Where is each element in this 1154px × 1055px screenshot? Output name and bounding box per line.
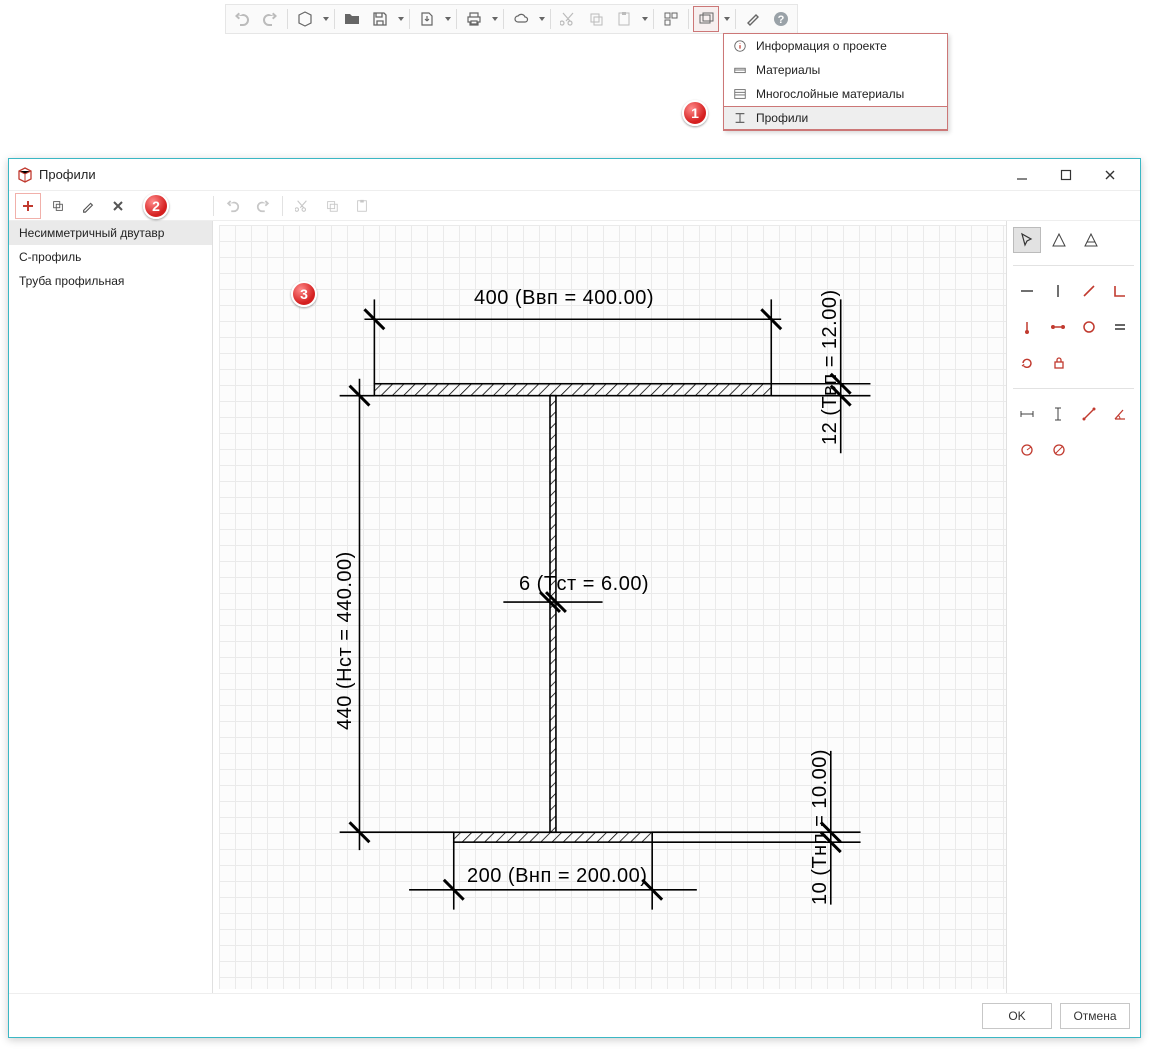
profiles-sidebar: Несимметричный двутавр С-профиль Труба п… bbox=[9, 221, 213, 993]
app-icon bbox=[17, 167, 33, 183]
shape1-tool[interactable] bbox=[1045, 227, 1073, 253]
edit-profile-button[interactable] bbox=[75, 193, 101, 219]
angle-dim-tool[interactable] bbox=[1107, 401, 1134, 427]
dialog-footer: OK Отмена bbox=[9, 993, 1140, 1037]
sidebar-item-rect-tube[interactable]: Труба профильная bbox=[9, 269, 212, 293]
dropdown-item-profiles[interactable]: Профили bbox=[724, 106, 947, 130]
paste-dropdown-caret[interactable] bbox=[639, 6, 649, 32]
print-dropdown-caret[interactable] bbox=[489, 6, 499, 32]
save-dropdown-caret[interactable] bbox=[395, 6, 405, 32]
window-maximize[interactable] bbox=[1044, 160, 1088, 190]
settings-button[interactable] bbox=[740, 6, 766, 32]
print-button[interactable] bbox=[461, 6, 487, 32]
managers-button[interactable] bbox=[693, 6, 719, 32]
copy-edit-button[interactable] bbox=[319, 193, 345, 219]
help-button[interactable]: ? bbox=[768, 6, 794, 32]
cut-button[interactable] bbox=[555, 6, 581, 32]
redo-button[interactable] bbox=[257, 6, 283, 32]
shape2-tool[interactable] bbox=[1077, 227, 1105, 253]
new-dropdown-caret[interactable] bbox=[320, 6, 330, 32]
profiles-dialog: Профили 2 Несимметричный двутавр С-профи… bbox=[8, 158, 1141, 1038]
diameter-dim-tool[interactable] bbox=[1045, 437, 1073, 463]
export-button[interactable] bbox=[414, 6, 440, 32]
rotate-tool[interactable] bbox=[1013, 350, 1041, 376]
managers-dropdown-menu: Информация о проекте Материалы Многослой… bbox=[723, 33, 948, 131]
callout-3: 3 bbox=[291, 281, 317, 307]
draw-tool-palette bbox=[1006, 221, 1140, 993]
dropdown-item-materials[interactable]: Материалы bbox=[724, 58, 947, 82]
paste-edit-button[interactable] bbox=[349, 193, 375, 219]
dim-bot-flange-width: 200 (Bнп = 200.00) bbox=[467, 865, 647, 888]
sidebar-item-asymm-i-beam[interactable]: Несимметричный двутавр bbox=[9, 221, 212, 245]
add-profile-button[interactable] bbox=[15, 193, 41, 219]
window-minimize[interactable] bbox=[1000, 160, 1044, 190]
sidebar-item-label: Труба профильная bbox=[19, 274, 124, 288]
dropdown-item-label: Информация о проекте bbox=[756, 39, 887, 53]
undo-button[interactable] bbox=[229, 6, 255, 32]
corner-tool[interactable] bbox=[1107, 278, 1134, 304]
dim-top-flange-width: 400 (Bвп = 400.00) bbox=[474, 287, 654, 310]
dialog-title: Профили bbox=[39, 167, 1000, 182]
vdim-tool[interactable] bbox=[1044, 401, 1071, 427]
save-button[interactable] bbox=[367, 6, 393, 32]
layout-button[interactable] bbox=[658, 6, 684, 32]
dropdown-item-label: Профили bbox=[756, 111, 808, 125]
profile-canvas[interactable]: 3 bbox=[219, 225, 1006, 989]
dialog-titlebar: Профили bbox=[9, 159, 1140, 191]
dim-web-thick: 6 (Tст = 6.00) bbox=[519, 573, 649, 596]
cloud-button[interactable] bbox=[508, 6, 534, 32]
cancel-button[interactable]: Отмена bbox=[1060, 1003, 1130, 1029]
sidebar-item-label: Несимметричный двутавр bbox=[19, 226, 164, 240]
layers-icon bbox=[732, 86, 748, 102]
dim-bot-flange-thick: 10 (Tнп = 10.00) bbox=[809, 749, 832, 905]
select-tool[interactable] bbox=[1013, 227, 1041, 253]
hdim-tool[interactable] bbox=[1013, 401, 1040, 427]
sidebar-item-label: С-профиль bbox=[19, 250, 81, 264]
copy-button[interactable] bbox=[583, 6, 609, 32]
export-dropdown-caret[interactable] bbox=[442, 6, 452, 32]
cut-edit-button[interactable] bbox=[289, 193, 315, 219]
top-region: ? Информация о проекте Материалы Многосл… bbox=[0, 0, 1154, 158]
dropdown-item-label: Материалы bbox=[756, 63, 820, 77]
paste-button[interactable] bbox=[611, 6, 637, 32]
info-icon bbox=[732, 38, 748, 54]
cloud-dropdown-caret[interactable] bbox=[536, 6, 546, 32]
profile-icon bbox=[732, 110, 748, 126]
radius-dim-tool[interactable] bbox=[1013, 437, 1041, 463]
delete-profile-button[interactable] bbox=[105, 193, 131, 219]
undo-edit-button[interactable] bbox=[220, 193, 246, 219]
main-toolbar: ? bbox=[225, 4, 798, 34]
new-button[interactable] bbox=[292, 6, 318, 32]
diag-tool[interactable] bbox=[1076, 278, 1103, 304]
vline-tool[interactable] bbox=[1044, 278, 1071, 304]
window-close[interactable] bbox=[1088, 160, 1132, 190]
redo-edit-button[interactable] bbox=[250, 193, 276, 219]
hline-tool[interactable] bbox=[1013, 278, 1040, 304]
svg-text:?: ? bbox=[778, 14, 785, 26]
segment-tool[interactable] bbox=[1044, 314, 1071, 340]
dropdown-item-label: Многослойные материалы bbox=[756, 87, 904, 101]
point-tool[interactable] bbox=[1013, 314, 1040, 340]
managers-dropdown-caret[interactable] bbox=[721, 6, 731, 32]
dim-web-height: 440 (Hст = 440.00) bbox=[334, 551, 357, 730]
open-button[interactable] bbox=[339, 6, 365, 32]
callout-1: 1 bbox=[682, 100, 708, 126]
callout-2: 2 bbox=[143, 193, 169, 219]
ok-button[interactable]: OK bbox=[982, 1003, 1052, 1029]
dropdown-item-multilayer[interactable]: Многослойные материалы bbox=[724, 82, 947, 106]
dialog-toolbar: 2 bbox=[9, 191, 1140, 221]
duplicate-profile-button[interactable] bbox=[45, 193, 71, 219]
circle-tool[interactable] bbox=[1076, 314, 1103, 340]
dim-top-flange-thick: 12 (Tвп = 12.00) bbox=[819, 289, 842, 445]
equal-tool[interactable] bbox=[1107, 314, 1134, 340]
sidebar-item-c-profile[interactable]: С-профиль bbox=[9, 245, 212, 269]
aligned-dim-tool[interactable] bbox=[1076, 401, 1103, 427]
materials-icon bbox=[732, 62, 748, 78]
dropdown-item-project-info[interactable]: Информация о проекте bbox=[724, 34, 947, 58]
lock-tool[interactable] bbox=[1045, 350, 1073, 376]
